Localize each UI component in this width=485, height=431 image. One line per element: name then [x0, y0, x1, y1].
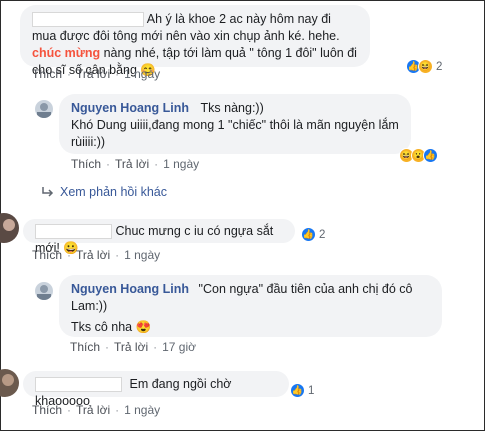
comment-bubble: Em đang ngồi chờ khaooooo — [23, 371, 289, 408]
reply-bubble: Nguyen Hoang Linh Tks nàng:)) Khó Dung u… — [59, 94, 411, 154]
reply-actions: Thích · Trả lời · 1 ngày — [71, 157, 200, 171]
timestamp[interactable]: 1 ngày — [124, 248, 160, 262]
avatar-image-icon — [35, 100, 53, 118]
reply-actions: Thích · Trả lời · 17 giờ — [70, 340, 196, 354]
timestamp[interactable]: 1 ngày — [163, 157, 199, 171]
reply-author[interactable]: Nguyen Hoang Linh — [71, 282, 189, 296]
view-more-replies[interactable]: Xem phản hồi khác — [41, 185, 167, 199]
haha-reaction-icon: 😆 — [418, 59, 433, 74]
avatar[interactable] — [0, 213, 19, 243]
reply-arrow-icon — [42, 187, 54, 197]
view-more-label[interactable]: Xem phản hồi khác — [60, 185, 167, 199]
reaction-summary[interactable]: 👍 😆 2 — [406, 59, 442, 74]
reply-text: Tks nàng:)) — [200, 101, 264, 115]
reply-link[interactable]: Trả lời — [76, 67, 110, 81]
reply-author[interactable]: Nguyen Hoang Linh — [71, 101, 189, 115]
like-reaction-icon: 👍 — [290, 383, 305, 398]
comment-actions: Thích · Trả lời · 1 ngày — [32, 248, 161, 262]
avatar[interactable] — [35, 282, 53, 300]
redacted-name — [32, 12, 144, 28]
timestamp[interactable]: 17 giờ — [162, 340, 196, 354]
reaction-summary[interactable]: 😆 😮 👍 — [399, 148, 438, 163]
redacted-name — [35, 224, 112, 240]
reaction-count: 2 — [436, 60, 443, 73]
like-link[interactable]: Thích — [32, 67, 62, 81]
comment-bubble: Ah ý là khoe 2 ac này hôm nay đi mua đượ… — [20, 5, 370, 77]
timestamp[interactable]: 1 ngày — [124, 67, 160, 81]
reply-text-line2: Khó Dung uiiii,đang mong 1 "chiếc" thôi … — [71, 118, 399, 149]
reply-bubble: Nguyen Hoang Linh "Con ngựa" đầu tiên củ… — [59, 275, 442, 337]
redacted-name — [35, 377, 122, 393]
reaction-count: 1 — [308, 384, 315, 397]
like-link[interactable]: Thích — [32, 248, 62, 262]
reply-text-line2: Tks cô nha — [71, 320, 133, 334]
comment-actions: Thích · Trả lời · 1 ngày — [32, 403, 161, 417]
reply-link[interactable]: Trả lời — [76, 248, 110, 262]
avatar-image-icon — [35, 282, 53, 300]
like-reaction-icon: 👍 — [301, 227, 316, 242]
reaction-count: 2 — [319, 228, 326, 241]
heart-eyes-emoji: 😍 — [135, 320, 152, 334]
avatar-image-icon — [0, 213, 19, 243]
comment-bubble: Chuc mưng c iu có ngựa sắt mới! 😀 — [23, 219, 295, 255]
comment-highlight[interactable]: chúc mừng — [32, 46, 100, 60]
reply-link[interactable]: Trả lời — [115, 157, 149, 171]
avatar[interactable] — [0, 369, 19, 397]
reaction-summary[interactable]: 👍 2 — [301, 227, 325, 242]
like-link[interactable]: Thích — [32, 403, 62, 417]
avatar[interactable] — [35, 100, 53, 118]
like-reaction-icon: 👍 — [423, 148, 438, 163]
reply-link[interactable]: Trả lời — [114, 340, 148, 354]
reply-link[interactable]: Trả lời — [76, 403, 110, 417]
timestamp[interactable]: 1 ngày — [124, 403, 160, 417]
like-link[interactable]: Thích — [71, 157, 101, 171]
avatar-image-icon — [0, 369, 19, 397]
reaction-summary[interactable]: 👍 1 — [290, 383, 314, 398]
like-link[interactable]: Thích — [70, 340, 100, 354]
comment-actions: Thích · Trả lời · 1 ngày — [32, 67, 161, 81]
